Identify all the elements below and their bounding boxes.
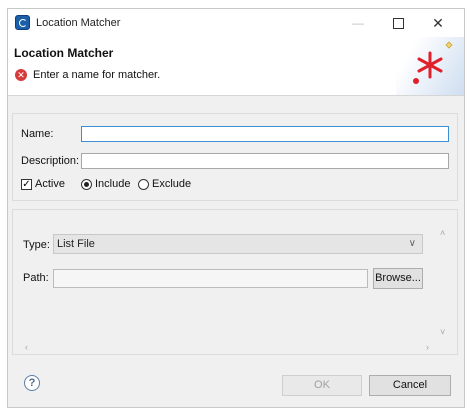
title-bar: Location Matcher — ✕ [8,9,464,37]
active-label[interactable]: Active [35,178,65,190]
name-input[interactable] [81,126,449,142]
chevron-down-icon: ∨ [408,238,416,249]
matcher-properties-group: Name: Description: ✓ Active Include Excl… [12,113,458,201]
type-label: Type: [23,239,50,251]
description-input[interactable] [81,153,449,169]
window-title: Location Matcher [36,17,121,29]
help-icon[interactable]: ? [24,375,40,391]
include-radio[interactable] [81,179,92,190]
dialog-window: Location Matcher — ✕ Location Matcher ✕ … [7,8,465,408]
include-label[interactable]: Include [95,178,130,190]
close-icon[interactable]: ✕ [418,9,458,37]
wizard-banner-icon [396,37,464,95]
scroll-down-icon[interactable]: ˅ [440,327,445,337]
exclude-label[interactable]: Exclude [152,178,191,190]
header-message: Enter a name for matcher. [33,69,161,81]
browse-button[interactable]: Browse... [373,268,423,289]
maximize-icon[interactable] [378,9,418,37]
name-label: Name: [21,128,54,140]
scroll-right-icon[interactable]: › [426,342,429,352]
header-title: Location Matcher [14,46,114,60]
app-icon [15,15,30,30]
exclude-radio[interactable] [138,179,149,190]
scroll-left-icon[interactable]: ‹ [25,342,28,352]
matcher-details-scroll-area[interactable]: Type: List File ∨ Path: Browse... ˄ ˅ ‹ … [12,209,458,355]
cancel-button[interactable]: Cancel [369,375,451,396]
active-checkbox[interactable]: ✓ [21,179,32,190]
type-select[interactable]: List File ∨ [53,234,423,254]
path-input[interactable] [53,269,368,288]
path-label: Path: [23,272,49,284]
dialog-header: Location Matcher ✕ Enter a name for matc… [8,37,464,96]
minimize-icon[interactable]: — [338,9,378,37]
type-select-value: List File [57,238,95,250]
scroll-up-icon[interactable]: ˄ [440,228,445,238]
description-label: Description: [21,155,80,167]
error-icon: ✕ [15,69,27,81]
ok-button[interactable]: OK [282,375,362,396]
